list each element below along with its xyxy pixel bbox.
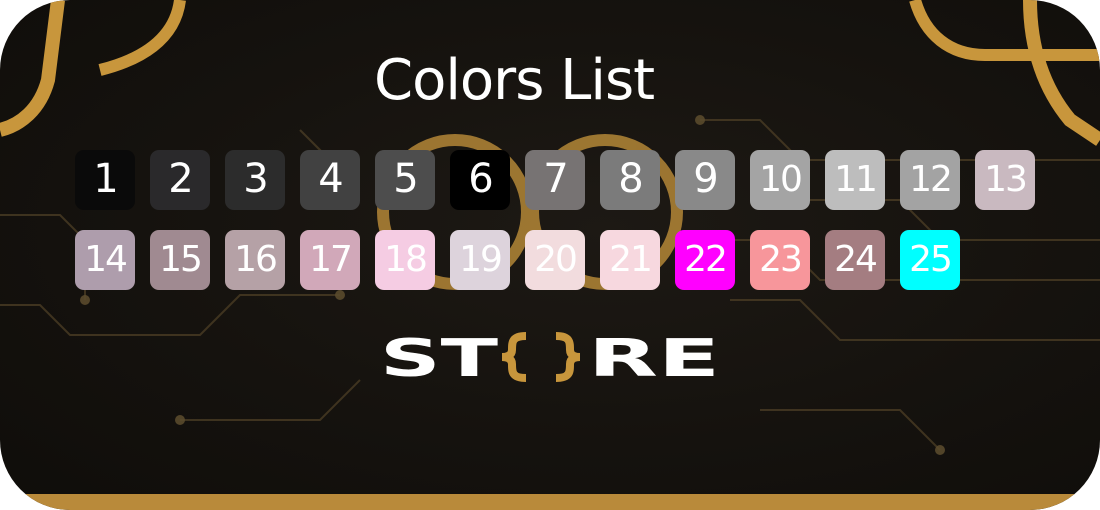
color-swatch-13[interactable]: 13 <box>975 150 1035 210</box>
color-swatch-1[interactable]: 1 <box>75 150 135 210</box>
color-swatch-18[interactable]: 18 <box>375 230 435 290</box>
color-swatch-14[interactable]: 14 <box>75 230 135 290</box>
color-swatch-5[interactable]: 5 <box>375 150 435 210</box>
color-swatch-25[interactable]: 25 <box>900 230 960 290</box>
svg-text:ST: ST <box>380 332 499 382</box>
color-swatch-9[interactable]: 9 <box>675 150 735 210</box>
page-title: Colors List <box>374 48 655 113</box>
color-swatch-19[interactable]: 19 <box>450 230 510 290</box>
svg-text:RE: RE <box>588 332 720 382</box>
color-swatch-3[interactable]: 3 <box>225 150 285 210</box>
color-swatch-17[interactable]: 17 <box>300 230 360 290</box>
color-swatch-10[interactable]: 10 <box>750 150 810 210</box>
color-swatch-23[interactable]: 23 <box>750 230 810 290</box>
color-swatch-6[interactable]: 6 <box>450 150 510 210</box>
color-swatch-2[interactable]: 2 <box>150 150 210 210</box>
color-swatch-16[interactable]: 16 <box>225 230 285 290</box>
color-swatch-21[interactable]: 21 <box>600 230 660 290</box>
color-swatch-7[interactable]: 7 <box>525 150 585 210</box>
color-swatch-8[interactable]: 8 <box>600 150 660 210</box>
color-swatch-22[interactable]: 22 <box>675 230 735 290</box>
store-logo: ST RE <box>380 332 720 382</box>
color-swatch-11[interactable]: 11 <box>825 150 885 210</box>
color-swatch-20[interactable]: 20 <box>525 230 585 290</box>
promo-card: Colors List 1 2 3 4 5 6 7 8 9 10 11 12 13 14 15 16 17 18 1… <box>0 0 1100 510</box>
color-swatch-12[interactable]: 12 <box>900 150 960 210</box>
color-swatch-4[interactable]: 4 <box>300 150 360 210</box>
color-swatch-24[interactable]: 24 <box>825 230 885 290</box>
color-swatch-15[interactable]: 15 <box>150 230 210 290</box>
